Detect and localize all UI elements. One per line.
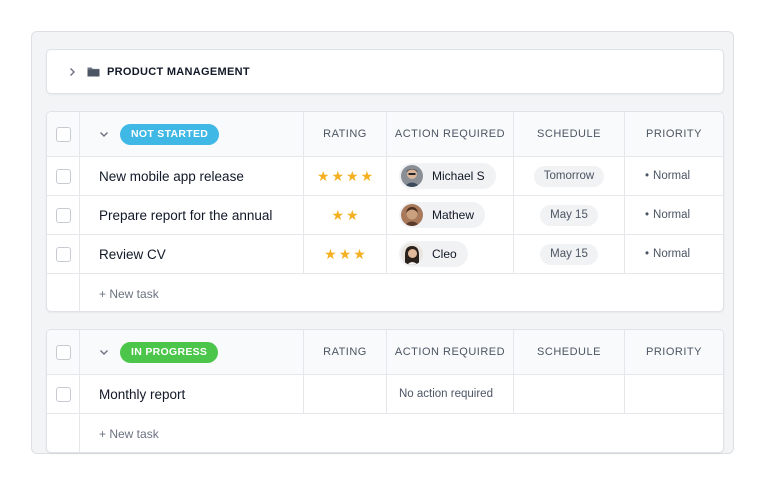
- group-header: IN PROGRESS RATING ACTION REQUIRED SCHED…: [47, 330, 723, 375]
- star-icon: ★: [346, 207, 359, 223]
- new-task-button[interactable]: + New task: [99, 287, 159, 301]
- group-header: NOT STARTED RATING ACTION REQUIRED SCHED…: [47, 112, 723, 157]
- column-header-rating[interactable]: RATING: [323, 128, 367, 140]
- rating-stars[interactable]: ★ ★ ★: [324, 247, 366, 261]
- star-icon: ★: [331, 168, 344, 184]
- schedule-chip[interactable]: May 15: [540, 243, 598, 265]
- task-name[interactable]: Monthly report: [99, 387, 185, 402]
- folder-icon: [87, 66, 100, 77]
- assignee-chip[interactable]: Mathew: [399, 202, 486, 228]
- priority-label[interactable]: Normal: [653, 170, 690, 182]
- avatar: [401, 165, 423, 187]
- row-checkbox[interactable]: [55, 207, 71, 223]
- row-checkbox[interactable]: [55, 168, 71, 184]
- star-icon: ★: [324, 246, 337, 262]
- column-header-priority[interactable]: PRIORITY: [646, 346, 702, 358]
- chevron-right-icon[interactable]: [67, 67, 77, 77]
- column-header-rating[interactable]: RATING: [323, 346, 367, 358]
- row-checkbox[interactable]: [55, 246, 71, 262]
- task-group-not-started: NOT STARTED RATING ACTION REQUIRED SCHED…: [46, 111, 724, 312]
- priority-label[interactable]: Normal: [653, 248, 690, 260]
- select-all-checkbox[interactable]: [55, 344, 71, 360]
- task-name[interactable]: New mobile app release: [99, 169, 244, 184]
- column-header-schedule[interactable]: SCHEDULE: [537, 346, 601, 358]
- avatar: [401, 204, 423, 226]
- star-icon: ★: [360, 168, 374, 184]
- assignee-name: Mathew: [432, 208, 475, 222]
- new-task-row: + New task: [47, 414, 723, 452]
- folder-header[interactable]: PRODUCT MANAGEMENT: [46, 49, 724, 94]
- star-icon: ★: [353, 246, 366, 262]
- folder-title: PRODUCT MANAGEMENT: [107, 65, 250, 78]
- task-name[interactable]: Prepare report for the annual: [99, 208, 272, 223]
- status-badge[interactable]: IN PROGRESS: [120, 341, 219, 363]
- table-row[interactable]: Prepare report for the annual ★ ★ Mathew …: [47, 196, 723, 235]
- task-group-in-progress: IN PROGRESS RATING ACTION REQUIRED SCHED…: [46, 329, 724, 453]
- action-status: No action required: [399, 388, 493, 400]
- new-task-button[interactable]: + New task: [99, 427, 159, 441]
- table-row[interactable]: New mobile app release ★ ★ ★ ★ Michael S To…: [47, 157, 723, 196]
- star-icon: ★: [346, 168, 359, 184]
- project-panel: PRODUCT MANAGEMENT NOT STARTED RATING AC…: [31, 31, 734, 454]
- table-row[interactable]: Monthly report No action required: [47, 375, 723, 414]
- column-header-priority[interactable]: PRIORITY: [646, 128, 702, 140]
- assignee-name: Cleo: [432, 247, 457, 261]
- status-badge[interactable]: NOT STARTED: [120, 123, 220, 145]
- schedule-chip[interactable]: May 15: [540, 204, 598, 226]
- assignee-chip[interactable]: Michael S: [399, 163, 496, 189]
- assignee-name: Michael S: [432, 169, 485, 183]
- rating-stars[interactable]: ★ ★ ★ ★: [317, 169, 373, 183]
- column-header-action-required[interactable]: ACTION REQUIRED: [395, 128, 505, 140]
- column-header-schedule[interactable]: SCHEDULE: [537, 128, 601, 140]
- star-icon: ★: [338, 246, 352, 262]
- new-task-row: + New task: [47, 274, 723, 311]
- assignee-chip[interactable]: Cleo: [399, 241, 468, 267]
- priority-label[interactable]: Normal: [653, 209, 690, 221]
- task-name[interactable]: Review CV: [99, 247, 166, 262]
- schedule-chip[interactable]: Tomorrow: [533, 165, 605, 187]
- row-checkbox[interactable]: [55, 386, 71, 402]
- star-icon: ★: [316, 168, 330, 184]
- select-all-checkbox[interactable]: [55, 126, 71, 142]
- avatar: [401, 243, 423, 265]
- table-row[interactable]: Review CV ★ ★ ★ Cleo May 15 • Normal: [47, 235, 723, 274]
- column-header-action-required[interactable]: ACTION REQUIRED: [395, 346, 505, 358]
- chevron-down-icon[interactable]: [99, 347, 109, 357]
- rating-stars[interactable]: ★ ★: [331, 208, 358, 222]
- chevron-down-icon[interactable]: [99, 129, 109, 139]
- star-icon: ★: [331, 207, 344, 223]
